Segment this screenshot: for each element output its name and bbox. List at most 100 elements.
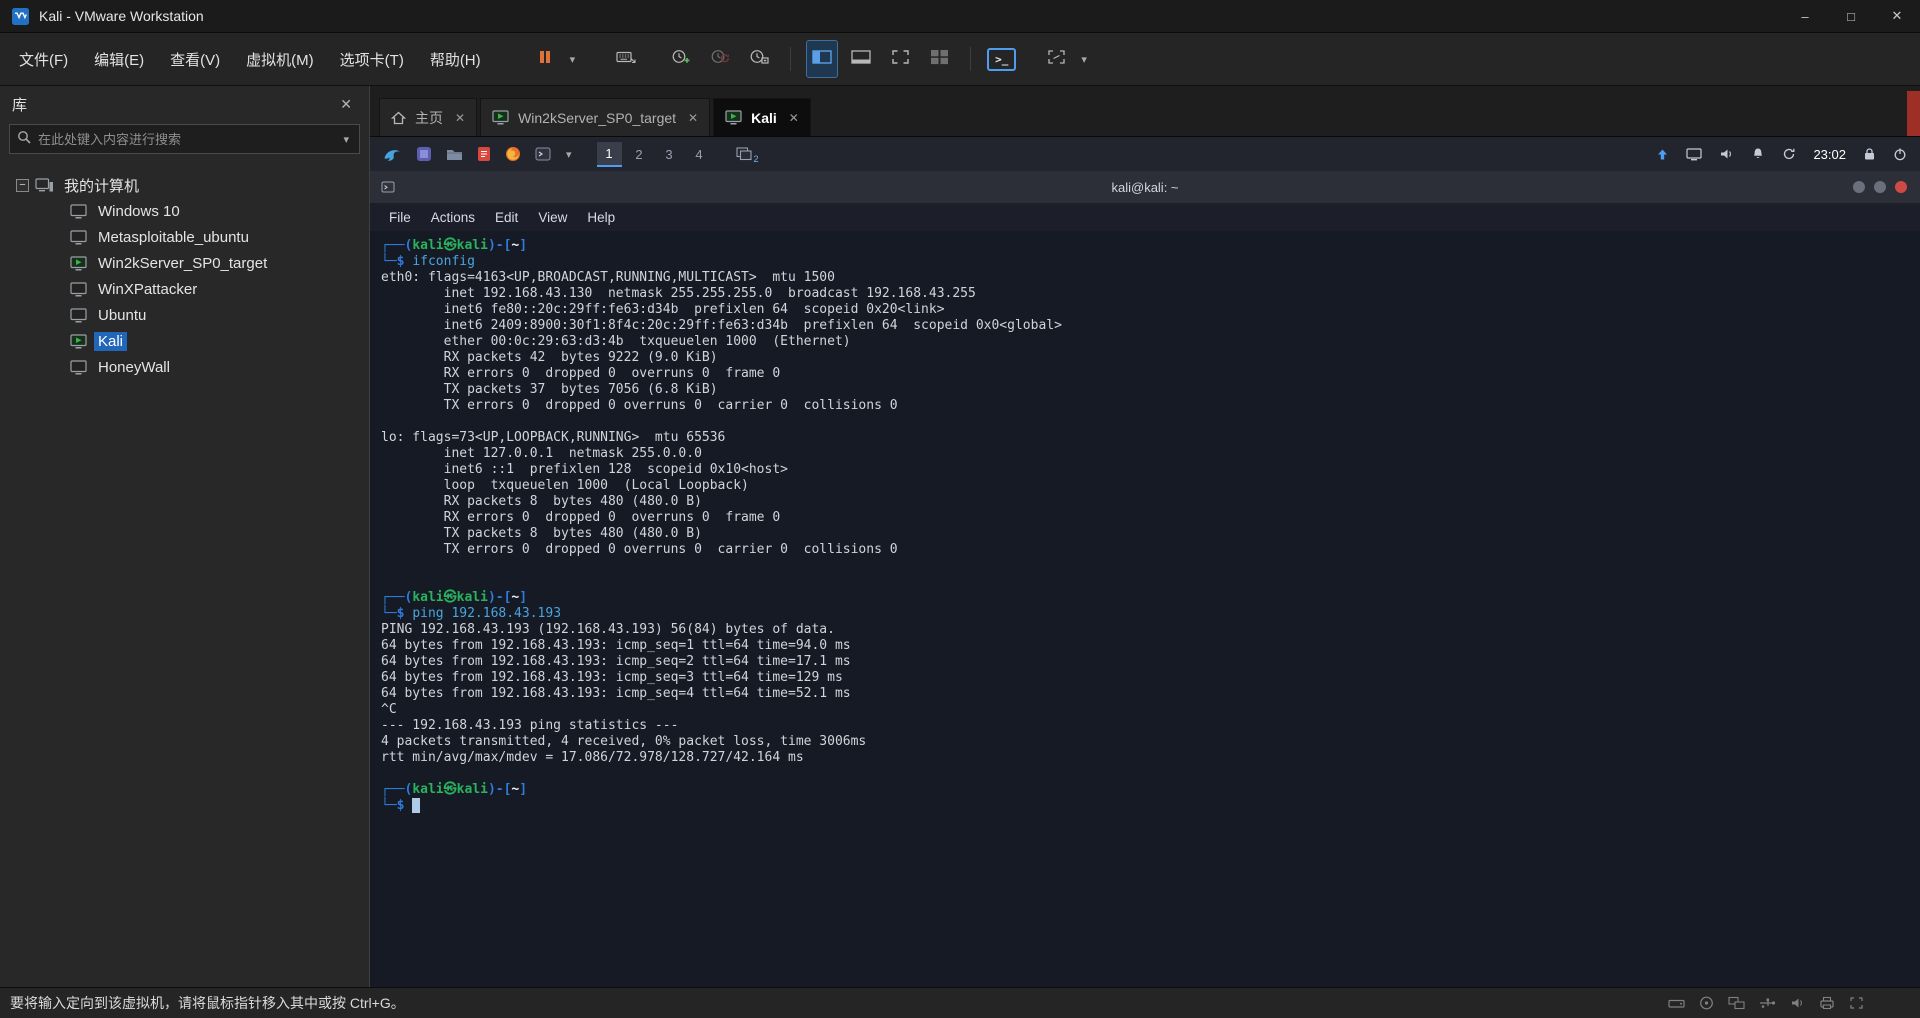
sidebar-item-winxpattacker[interactable]: WinXPattacker	[0, 276, 369, 302]
lock-icon[interactable]	[1863, 147, 1876, 161]
tab-home[interactable]: 主页 ✕	[379, 98, 478, 136]
firefox-icon[interactable]	[505, 146, 521, 162]
tab-close-icon[interactable]: ✕	[789, 111, 799, 125]
terminal-output[interactable]: ┌──(kali㉿kali)-[~] └─$ ifconfig eth0: flag…	[370, 231, 1920, 987]
usb-icon[interactable]	[1759, 996, 1776, 1010]
minimize-button[interactable]: –	[1782, 0, 1828, 32]
terminal-line: --- 192.168.43.193 ping statistics ---	[381, 718, 679, 733]
vmware-logo-icon	[12, 7, 29, 25]
terminal-line: TX packets 8 bytes 480 (480.0 B)	[381, 526, 702, 541]
sidebar-item-windows-10[interactable]: Windows 10	[0, 198, 369, 224]
terminal-titlebar[interactable]: kali@kali: ~	[370, 171, 1920, 203]
menu-help[interactable]: 帮助(H)	[417, 40, 494, 79]
terminal-close-icon[interactable]	[1895, 181, 1907, 193]
tab-close-icon[interactable]: ✕	[455, 111, 465, 125]
terminal-line: ^C	[381, 702, 397, 717]
fit-guest-button[interactable]	[885, 41, 915, 77]
workspace-2[interactable]: 2	[627, 142, 652, 167]
sound-icon[interactable]	[1790, 996, 1805, 1010]
upload-icon[interactable]	[1656, 148, 1669, 161]
tab-win2kserver-sp0-target[interactable]: Win2kServer_SP0_target ✕	[480, 98, 711, 136]
sidebar-item-my-computer[interactable]: − 我的计算机	[0, 172, 369, 198]
tab-close-icon[interactable]: ✕	[688, 111, 698, 125]
send-ctrl-alt-del-button[interactable]	[611, 41, 641, 77]
unity-mode-button[interactable]	[924, 41, 954, 77]
network-adapter-icon[interactable]	[1728, 996, 1745, 1010]
tab-kali[interactable]: Kali ✕	[713, 98, 811, 136]
library-header: 库 ✕	[0, 86, 369, 122]
text-editor-icon[interactable]	[477, 146, 491, 162]
terminal-menu-view[interactable]: View	[528, 206, 577, 229]
sidebar-item-ubuntu[interactable]: Ubuntu	[0, 302, 369, 328]
workspace-3[interactable]: 3	[657, 142, 682, 167]
bell-icon[interactable]	[1751, 147, 1765, 161]
printer-icon[interactable]	[1819, 996, 1835, 1010]
window-title: Kali - VMware Workstation	[39, 8, 204, 24]
sidebar-item-win2kserver-sp0-target[interactable]: Win2kServer_SP0_target	[0, 250, 369, 276]
fullscreen-menu-button[interactable]: ▾	[1080, 53, 1088, 66]
suspend-button[interactable]	[530, 41, 560, 77]
collapse-expander-icon[interactable]: −	[16, 178, 29, 192]
terminal-app-icon[interactable]	[535, 147, 551, 161]
window-list-icon[interactable]: 2	[735, 147, 759, 164]
vm-name: Windows 10	[98, 202, 180, 220]
take-snapshot-button[interactable]	[666, 41, 696, 77]
snapshot-manager-button[interactable]	[744, 41, 774, 77]
terminal-minimize-icon[interactable]	[1853, 181, 1865, 193]
search-icon	[17, 130, 31, 149]
terminal-line: ┌──(kali㉿kali)-[~]	[381, 782, 528, 797]
suspend-menu-button[interactable]: ▾	[569, 53, 577, 66]
terminal-menu-file[interactable]: File	[379, 206, 421, 229]
vmware-workstation-window: Kali - VMware Workstation – □ ✕ 文件(F) 编辑(…	[0, 0, 1920, 1018]
hdd-icon[interactable]	[1668, 996, 1685, 1010]
kali-menu-icon[interactable]	[383, 146, 402, 163]
terminal-maximize-icon[interactable]	[1874, 181, 1886, 193]
titlebar: Kali - VMware Workstation – □ ✕	[0, 0, 1920, 32]
workspaces-app-icon[interactable]	[416, 146, 432, 162]
show-library-button[interactable]	[806, 40, 839, 78]
terminal-window-icon	[381, 181, 395, 193]
library-search-box[interactable]: ▾	[9, 124, 360, 154]
cdrom-icon[interactable]	[1699, 996, 1714, 1010]
home-icon	[391, 111, 406, 125]
display-icon[interactable]	[1686, 147, 1703, 161]
panel-clock[interactable]: 23:02	[1813, 147, 1846, 162]
terminal-menu-help[interactable]: Help	[577, 206, 625, 229]
fullscreen-button[interactable]	[1041, 41, 1071, 77]
toolbar: ▾ >_ ▾	[530, 40, 1088, 78]
volume-icon[interactable]	[1719, 147, 1734, 161]
search-dropdown-icon[interactable]: ▾	[340, 133, 352, 146]
tab-bar: 主页 ✕ Win2kServer_SP0_target ✕ Kali ✕	[370, 86, 1920, 137]
sidebar-item-metasploitable-ubuntu[interactable]: Metasploitable_ubuntu	[0, 224, 369, 250]
workspace-1[interactable]: 1	[596, 141, 622, 167]
library-close-icon[interactable]: ✕	[335, 94, 357, 115]
menu-view[interactable]: 查看(V)	[157, 40, 233, 79]
sidebar-item-honeywall[interactable]: HoneyWall	[0, 354, 369, 380]
show-thumbnail-bar-button[interactable]	[846, 41, 876, 77]
sidebar-item-kali[interactable]: Kali	[0, 328, 369, 354]
device-status-icons	[1668, 996, 1864, 1010]
terminal-line: rtt min/avg/max/mdev = 17.086/72.978/128…	[381, 750, 804, 765]
close-button[interactable]: ✕	[1874, 0, 1920, 32]
vm-icon	[70, 203, 87, 219]
menu-file[interactable]: 文件(F)	[6, 40, 81, 79]
update-icon[interactable]	[1782, 147, 1796, 161]
power-icon[interactable]	[1893, 147, 1907, 161]
tab-label: Win2kServer_SP0_target	[518, 109, 677, 126]
fit-screen-icon[interactable]	[1849, 996, 1864, 1010]
revert-snapshot-button[interactable]	[705, 41, 735, 77]
console-view-button[interactable]: >_	[987, 47, 1017, 71]
menu-vm[interactable]: 虚拟机(M)	[233, 40, 327, 79]
menu-edit[interactable]: 编辑(E)	[81, 40, 157, 79]
terminal-menu-edit[interactable]: Edit	[485, 206, 528, 229]
workspace-4[interactable]: 4	[687, 142, 712, 167]
search-input[interactable]	[38, 131, 341, 147]
maximize-button[interactable]: □	[1828, 0, 1874, 32]
guest-screen[interactable]: ▾ 1234 2 23:02 kali@kali: ~ File Actions…	[370, 137, 1920, 987]
apps-chevron-icon[interactable]: ▾	[565, 148, 573, 161]
file-manager-icon[interactable]	[446, 147, 463, 161]
terminal-menu-actions[interactable]: Actions	[421, 206, 485, 229]
menu-tabs[interactable]: 选项卡(T)	[327, 40, 417, 79]
